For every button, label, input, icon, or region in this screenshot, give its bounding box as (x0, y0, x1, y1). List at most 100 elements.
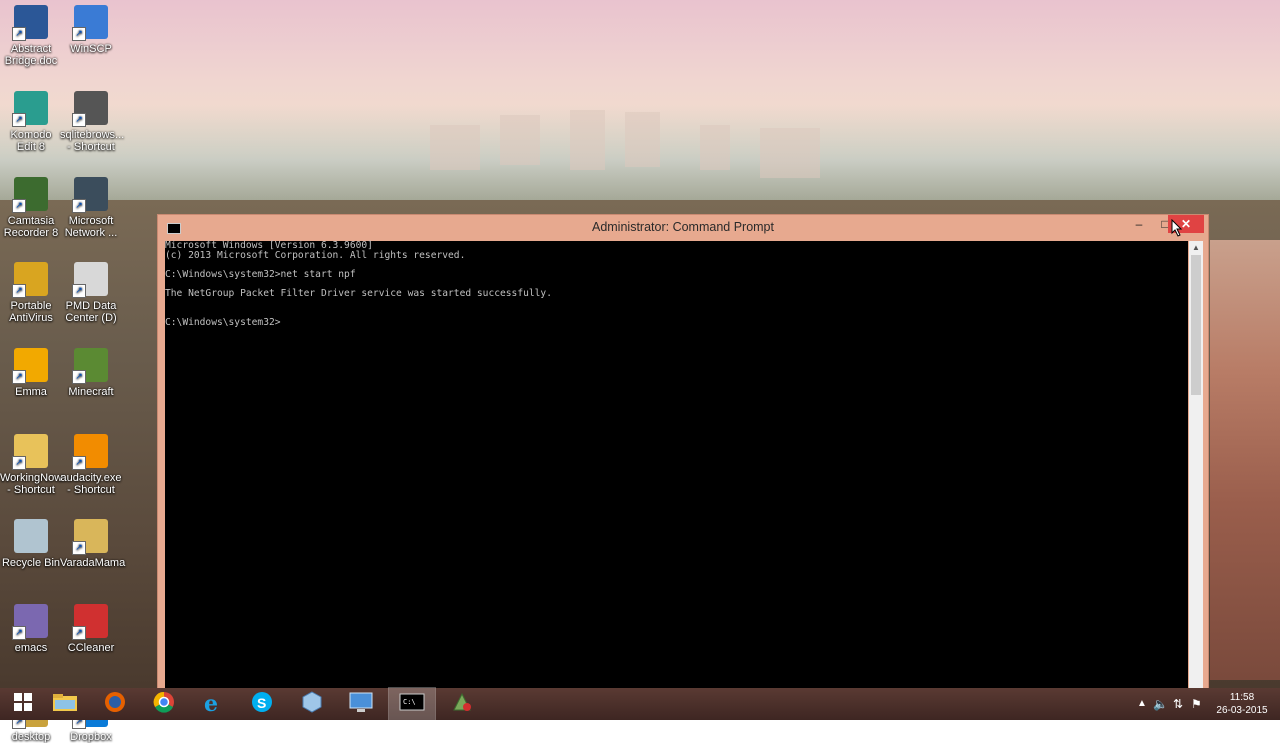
svg-text:C:\: C:\ (403, 698, 416, 706)
command-prompt-window[interactable]: Administrator: Command Prompt – □ ✕ Micr… (157, 214, 1209, 690)
desktop-icon-label: Camtasia Recorder 8 (3, 215, 59, 239)
shortcut-arrow-icon: ↗ (72, 370, 86, 384)
firefox-icon (103, 690, 127, 719)
desktop-icon[interactable]: ↗ PMD Data Center (D) (60, 262, 122, 324)
taskbar-file-explorer[interactable] (42, 688, 88, 720)
taskbar-command-prompt[interactable]: C:\ (388, 687, 436, 721)
desktop-icon[interactable]: ↗ VaradaMama (60, 519, 126, 569)
desktop-icon[interactable]: ↗ WinSCP (60, 5, 122, 55)
minecraft-icon: ↗ (72, 348, 108, 384)
desktop-icon[interactable]: ↗ CCleaner (60, 604, 122, 654)
folder-icon: ↗ (12, 434, 48, 470)
taskbar-remote-desktop[interactable] (339, 688, 385, 720)
desktop-icon-label: Emma (15, 386, 47, 398)
network-icon[interactable]: ⇅ (1173, 697, 1183, 711)
scroll-up-icon[interactable]: ▲ (1189, 241, 1203, 255)
ie-icon: e (201, 690, 225, 719)
vertical-scrollbar[interactable]: ▲ (1189, 241, 1203, 689)
console-line: (c) 2013 Microsoft Corporation. All righ… (165, 249, 466, 261)
window-title: Administrator: Command Prompt (591, 220, 774, 234)
taskbar-start-button[interactable] (0, 688, 46, 720)
camtasia-icon: ↗ (12, 177, 48, 213)
svg-text:e: e (204, 691, 218, 714)
camtasia-icon (450, 690, 474, 719)
shortcut-arrow-icon: ↗ (72, 27, 86, 41)
volume-icon[interactable]: 🔈 (1153, 697, 1168, 711)
desktop-icon[interactable]: ↗ Abstract Bridge.doc (0, 5, 62, 67)
clock-date: 26-03-2015 (1216, 705, 1268, 716)
audacity-icon: ↗ (72, 434, 108, 470)
shortcut-arrow-icon: ↗ (72, 199, 86, 213)
desktop-icon-label: Microsoft Network ... (64, 215, 118, 239)
desktop-icon-label: Komodo Edit 8 (10, 129, 52, 153)
wallpaper-building (500, 115, 540, 165)
taskbar-internet-explorer[interactable]: e (190, 688, 236, 720)
desktop-icon[interactable]: ↗ Microsoft Network ... (60, 177, 122, 239)
shortcut-arrow-icon: ↗ (12, 370, 26, 384)
komodo-icon: ↗ (12, 91, 48, 127)
taskbar-firefox[interactable] (92, 688, 138, 720)
shortcut-arrow-icon: ↗ (72, 626, 86, 640)
clock[interactable]: 11:58 26-03-2015 (1214, 691, 1270, 717)
shortcut-arrow-icon: ↗ (72, 113, 86, 127)
taskbar: e S C:\ ▲ 🔈 ⇅ ⚑ 11:58 26-03-2015 (0, 687, 1280, 721)
desktop-icon-label: WorkingNow - Shortcut (0, 472, 63, 496)
folder-icon (52, 692, 78, 717)
desktop-icon-label: PMD Data Center (D) (65, 300, 117, 324)
desktop-icon[interactable]: ↗ Komodo Edit 8 (0, 91, 62, 153)
desktop-icon[interactable]: ↗ audacity.exe - Shortcut (60, 434, 122, 496)
clock-time: 11:58 (1229, 692, 1255, 703)
taskbar-virtualbox[interactable] (289, 688, 335, 720)
desktop-icon-label: Dropbox (70, 731, 112, 743)
title-bar[interactable]: Administrator: Command Prompt – □ ✕ (158, 215, 1208, 241)
wallpaper-field (1210, 240, 1280, 680)
desktop-icon[interactable]: Recycle Bin (0, 519, 62, 569)
desktop-icon-label: VaradaMama (60, 557, 126, 569)
desktop-icon-label: WinSCP (70, 43, 112, 55)
desktop-icon[interactable]: ↗ Camtasia Recorder 8 (0, 177, 62, 239)
console-line: C:\Windows\system32> (165, 316, 281, 328)
desktop-icon[interactable]: ↗ Emma (0, 348, 62, 398)
desktop-icon[interactable]: ↗ sqlitebrows... - Shortcut (60, 91, 124, 153)
shortcut-arrow-icon: ↗ (12, 626, 26, 640)
wallpaper-building (760, 128, 820, 178)
wallpaper-building (570, 110, 605, 170)
database-icon: ↗ (72, 91, 108, 127)
console-line: C:\Windows\system32>net start npf (165, 268, 356, 280)
shortcut-arrow-icon: ↗ (12, 456, 26, 470)
shortcut-arrow-icon: ↗ (12, 284, 26, 298)
desktop-icon-label: Portable AntiVirus (9, 300, 53, 324)
shortcut-arrow-icon: ↗ (12, 113, 26, 127)
recycle-bin-icon (14, 519, 48, 553)
scrollbar-thumb[interactable] (1191, 255, 1201, 395)
taskbar-skype[interactable]: S (239, 688, 285, 720)
desktop-icon[interactable]: ↗ WorkingNow - Shortcut (0, 434, 62, 496)
desktop-icon[interactable]: ↗ Minecraft (60, 348, 122, 398)
shortcut-arrow-icon: ↗ (72, 541, 86, 555)
desktop-icon[interactable]: ↗ emacs (0, 604, 62, 654)
antivirus-icon: ↗ (12, 262, 48, 298)
action-center-icon[interactable]: ⚑ (1191, 697, 1202, 711)
remote-desktop-icon (349, 691, 375, 718)
star-icon: ↗ (12, 348, 48, 384)
emacs-icon: ↗ (12, 604, 48, 640)
desktop-icon-label: desktop (11, 731, 51, 743)
desktop-icon-label: audacity.exe - Shortcut (60, 472, 122, 496)
svg-text:S: S (257, 695, 266, 711)
windows-logo-icon (13, 692, 33, 717)
desktop-icon[interactable]: ↗ Portable AntiVirus (0, 262, 62, 324)
wallpaper-building (430, 125, 480, 170)
taskbar-camtasia[interactable] (439, 688, 485, 720)
winscp-icon: ↗ (72, 5, 108, 41)
console-output[interactable]: Microsoft Windows [Version 6.3.9600] (c) … (165, 241, 1188, 689)
chevron-up-icon[interactable]: ▲ (1137, 698, 1147, 709)
taskbar-chrome[interactable] (141, 688, 187, 720)
cube-icon (300, 690, 324, 719)
minimize-button[interactable]: – (1126, 215, 1152, 233)
cmd-icon: C:\ (399, 692, 425, 717)
drive-icon: ↗ (72, 262, 108, 298)
desktop-icon-label: CCleaner (67, 642, 115, 654)
shortcut-arrow-icon: ↗ (12, 27, 26, 41)
